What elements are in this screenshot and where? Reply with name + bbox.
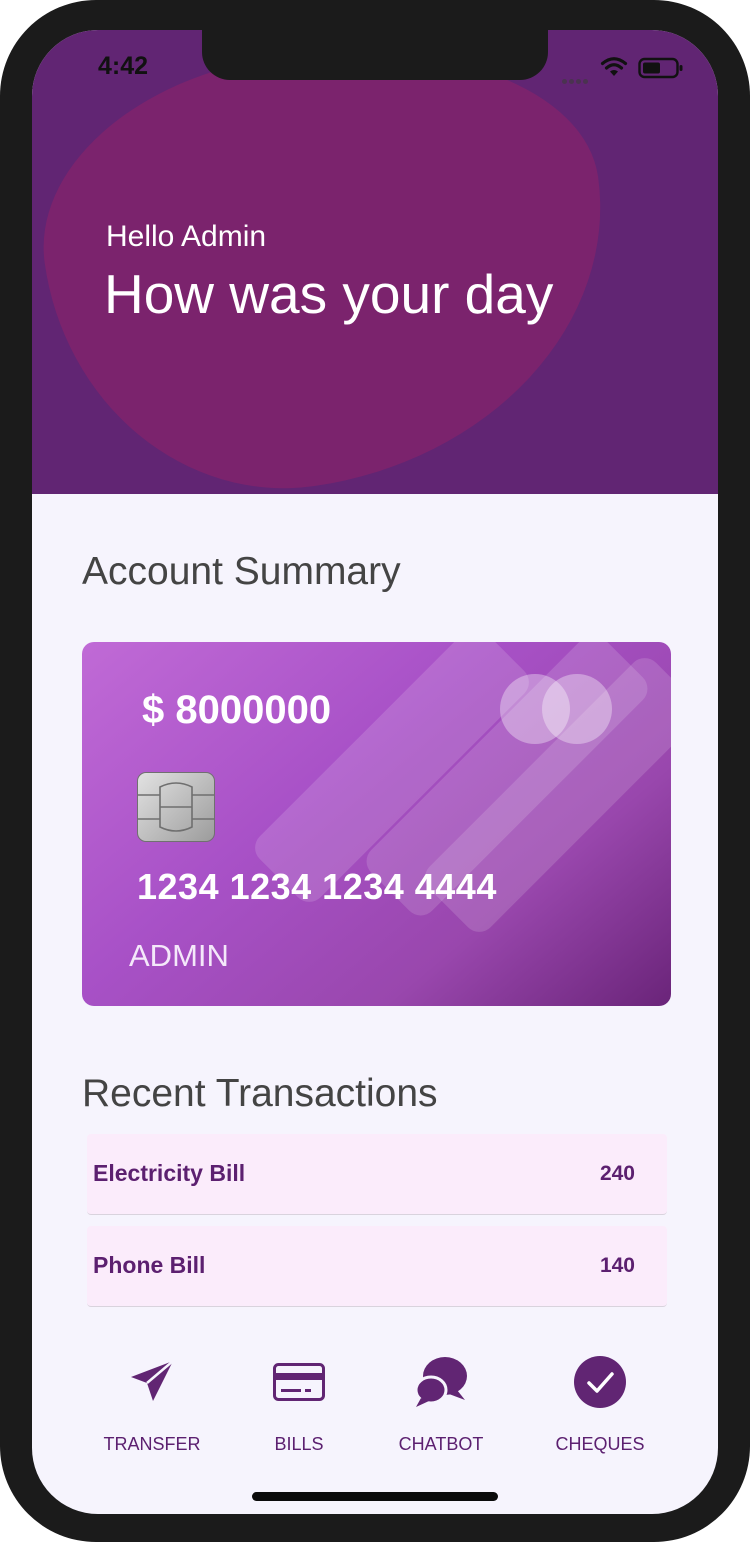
card-chip-icon: [137, 772, 215, 842]
check-circle-icon: [574, 1356, 626, 1408]
paper-plane-icon: [131, 1360, 174, 1401]
cellular-signal-icon: [562, 69, 590, 88]
nav-transfer[interactable]: TRANSFER: [82, 1350, 222, 1455]
nav-cheques-label: CHEQUES: [555, 1434, 645, 1454]
transaction-label: Electricity Bill: [93, 1160, 246, 1186]
transaction-amount: 140: [599, 1254, 635, 1277]
card-holder-name: ADMIN: [129, 938, 229, 973]
nav-bills[interactable]: BILLS: [229, 1350, 369, 1455]
recent-transactions-title: Recent Transactions: [82, 1072, 438, 1115]
transaction-row[interactable]: Electricity Bill 240: [87, 1134, 667, 1215]
chat-bubbles-icon: [414, 1357, 467, 1407]
nav-transfer-label: TRANSFER: [103, 1434, 201, 1454]
transaction-row[interactable]: Phone Bill 140: [87, 1226, 667, 1307]
greeting-subtitle: How was your day: [104, 263, 554, 325]
nav-chatbot-label: CHATBOT: [398, 1434, 484, 1454]
transaction-label: Phone Bill: [93, 1252, 206, 1278]
device-notch: [202, 30, 548, 80]
header-banner: 4:42 Hello Admin How was your day: [32, 30, 718, 494]
home-indicator[interactable]: [252, 1492, 498, 1501]
card-network-logo-icon: [542, 674, 612, 744]
nav-cheques[interactable]: CHEQUES: [530, 1350, 670, 1455]
card-number: 1234 1234 1234 4444: [137, 866, 497, 907]
greeting-text: Hello Admin: [106, 220, 267, 253]
credit-card-icon: [273, 1363, 325, 1401]
account-summary-title: Account Summary: [82, 550, 401, 593]
transaction-amount: 240: [599, 1162, 635, 1185]
status-time: 4:42: [98, 52, 149, 80]
app-screen: 4:42 Hello Admin How was your day Accoun…: [32, 30, 718, 1514]
nav-bills-label: BILLS: [274, 1434, 324, 1454]
battery-icon: [638, 57, 683, 79]
credit-card[interactable]: $ 8000000 1234 1234 1234 4444 ADMIN: [82, 642, 671, 1006]
card-balance: $ 8000000: [142, 688, 332, 732]
nav-chatbot[interactable]: CHATBOT: [371, 1350, 511, 1455]
wifi-icon: [600, 57, 628, 76]
